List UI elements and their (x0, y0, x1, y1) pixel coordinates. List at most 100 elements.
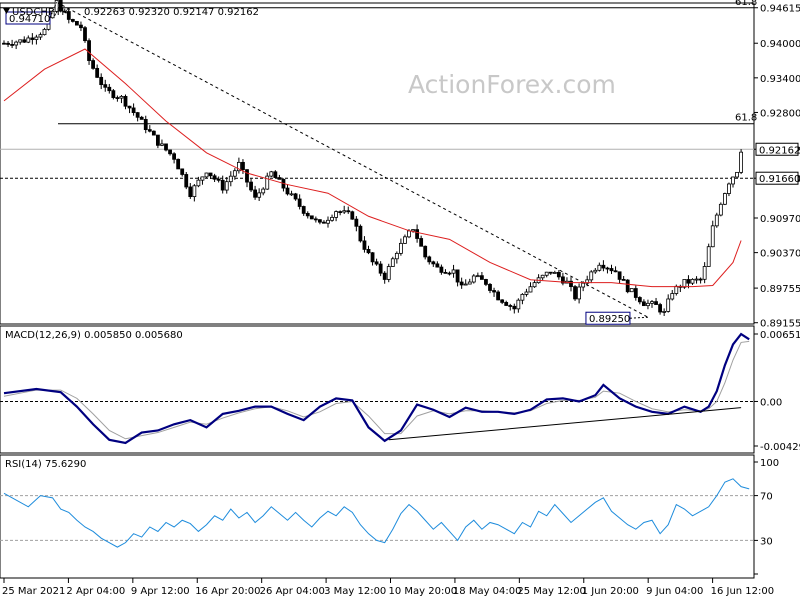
candle-body (431, 261, 436, 265)
candle-body (350, 211, 355, 220)
main-panel (0, 2, 755, 325)
candle-body (103, 84, 108, 88)
candle-body (342, 210, 347, 213)
candle-body (160, 143, 164, 146)
candle-body (605, 267, 610, 270)
candle-body (403, 236, 407, 244)
candle-body (516, 299, 521, 310)
candle-body (419, 238, 424, 247)
candle-body (366, 249, 371, 254)
candle-body (714, 214, 719, 227)
candle-body (107, 86, 112, 92)
x-tick-label: 1 Jun 20:00 (582, 586, 639, 597)
candle-body (443, 271, 448, 274)
candle-body (613, 270, 618, 273)
candle-body (70, 19, 75, 22)
candle-body (447, 272, 452, 275)
candle-body (119, 95, 124, 99)
candle-body (370, 252, 375, 263)
rsi-y-tick-label: 30 (760, 536, 773, 547)
candle-body (277, 177, 282, 180)
candle-body (573, 286, 577, 300)
candle-body (423, 245, 428, 258)
candle-body (196, 179, 201, 187)
candle-body (176, 158, 181, 170)
candle-body (180, 168, 185, 175)
candle-body (686, 279, 691, 284)
x-tick-label: 16 Apr 20:00 (195, 586, 260, 597)
candle-body (200, 176, 205, 181)
candle-body (135, 112, 140, 118)
candle-body (528, 286, 533, 293)
rsi-y-tick-label: 100 (760, 458, 779, 469)
candle-body (617, 271, 622, 280)
candle-body (556, 272, 561, 278)
candle-body (212, 175, 217, 180)
candle-body (334, 211, 339, 218)
candle-body (569, 280, 573, 288)
candle-body (698, 278, 703, 281)
candle-body (455, 269, 460, 283)
candle-body (305, 212, 310, 217)
candle-body (577, 286, 581, 300)
candle-body (508, 305, 513, 307)
ohlc-values: 0.92263 0.92320 0.92147 0.92162 (84, 7, 259, 18)
candle-body (273, 171, 278, 178)
candle-body (184, 174, 189, 188)
candle-body (415, 229, 420, 239)
candle-body (232, 170, 237, 177)
candle-body (666, 298, 671, 312)
candle-body (374, 261, 379, 265)
candle-body (646, 302, 650, 307)
candle-body (435, 263, 440, 268)
candle-body (172, 153, 177, 160)
candle-body (690, 278, 695, 284)
candle-body (123, 95, 128, 107)
candle-body (475, 275, 480, 278)
symbol-header: USDCHF,H4 0.92263 0.92320 0.92147 0.9216… (3, 7, 259, 18)
candle-body (682, 279, 687, 288)
candle-body (253, 189, 258, 198)
candle-body (115, 97, 120, 99)
candle-body (642, 301, 646, 307)
candle-body (459, 281, 464, 286)
candle-body (22, 39, 27, 43)
candle-body (637, 297, 642, 303)
candle-body (204, 172, 209, 178)
candle-body (731, 176, 735, 185)
watermark: ActionForex.com (408, 70, 616, 99)
candle-body (548, 271, 553, 274)
candle-body (143, 118, 148, 131)
candle-body (500, 299, 505, 303)
x-tick-label: 16 Jun 12:00 (711, 586, 775, 597)
candle-body (496, 291, 501, 301)
candle-body (609, 268, 614, 272)
candle-body (330, 216, 334, 221)
candle-body (75, 21, 79, 26)
price-chart: ActionForex.com 61.861.80.947100.892500.… (0, 0, 800, 597)
axis-price-label: 0.92162 (759, 145, 800, 156)
candle-body (30, 37, 35, 40)
y-tick-label: 0.92800 (760, 108, 800, 119)
candle-body (18, 39, 23, 43)
fib-label: 61.8 (735, 113, 757, 124)
candle-body (654, 301, 658, 305)
candle-body (540, 274, 545, 279)
candle-body (261, 188, 266, 194)
candle-body (662, 311, 667, 313)
candle-body (269, 171, 274, 177)
y-tick-label: 0.93400 (760, 74, 800, 85)
candle-body (2, 42, 6, 45)
x-axis: 25 Mar 2021 2 Apr 04:00 9 Apr 12:00 16 Apr … (2, 578, 774, 597)
price-box-label: 0.89250 (589, 314, 630, 325)
candle-body (168, 149, 172, 155)
candle-body (34, 36, 39, 40)
macd-title: MACD(12,26,9) 0.005850 0.005680 (5, 330, 183, 341)
candle-body (479, 275, 484, 280)
candle-body (407, 230, 411, 238)
candle-body (650, 301, 654, 304)
fib-label: 61.8 (735, 0, 757, 8)
candle-body (241, 161, 245, 171)
candle-body (83, 27, 87, 42)
candle-body (589, 271, 594, 281)
